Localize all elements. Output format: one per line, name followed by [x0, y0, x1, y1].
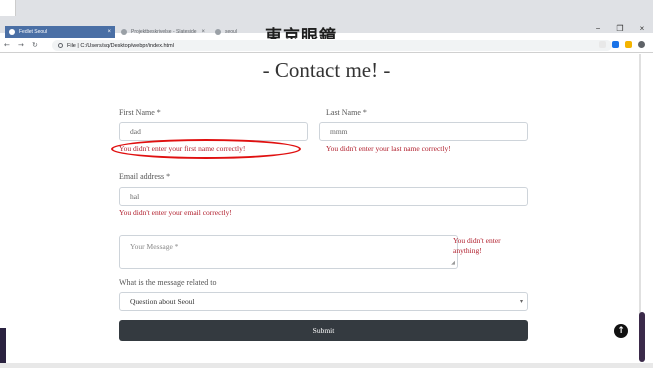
tab-close-icon[interactable]: ×	[201, 29, 205, 35]
annotation-ellipse	[111, 139, 301, 159]
message-textarea[interactable]: Your Message * ◢	[119, 235, 458, 269]
info-icon	[58, 43, 63, 48]
related-label: What is the message related to	[119, 278, 217, 287]
minimize-button[interactable]: −	[587, 24, 609, 33]
profile-icon[interactable]	[638, 41, 645, 48]
left-edge-decoration	[0, 328, 6, 363]
tab-label: Projektbeskrivelse - Slateside	[131, 29, 197, 35]
reload-icon[interactable]: ↻	[32, 41, 38, 49]
app-logo	[0, 0, 16, 16]
tab-close-icon[interactable]: ×	[107, 29, 111, 35]
related-selected-value: Question about Seoul	[130, 297, 195, 306]
tab-projektbeskrivelse[interactable]: Projektbeskrivelse - Slateside ×	[117, 26, 209, 38]
browser-toolbar: ← → ↻ File | C:/Users/sq/Desktop/webpr/i…	[0, 39, 653, 53]
right-edge-decoration	[639, 312, 645, 362]
window-controls: − ❐ ×	[587, 24, 653, 33]
star-icon[interactable]	[599, 41, 606, 48]
last-name-error: You didn't enter your last name correctl…	[326, 144, 451, 153]
resize-grip-icon[interactable]: ◢	[451, 260, 455, 266]
extension-icon[interactable]	[625, 41, 632, 48]
back-arrow-icon[interactable]: ←	[4, 41, 10, 49]
tab-label: Fedlet Seoul	[19, 29, 48, 35]
submit-button[interactable]: Submit	[119, 320, 528, 341]
last-name-label: Last Name *	[326, 108, 367, 117]
scroll-to-top-icon[interactable]: ↑	[614, 324, 628, 338]
address-text: File | C:/Users/sq/Desktop/webpr/index.h…	[67, 42, 174, 49]
scrollbar-track[interactable]	[639, 54, 641, 314]
page-title: - Contact me! -	[262, 58, 391, 82]
tab-favicon-icon	[9, 29, 15, 35]
message-placeholder: Your Message *	[130, 242, 179, 251]
extension-icon[interactable]	[612, 41, 619, 48]
email-label: Email address *	[119, 172, 171, 181]
last-name-input[interactable]: mmm	[319, 122, 528, 141]
email-input[interactable]: hal	[119, 187, 528, 206]
email-error: You didn't enter your email correctly!	[119, 208, 232, 217]
extension-icons	[599, 41, 645, 48]
close-window-button[interactable]: ×	[631, 24, 653, 33]
tab-fedlet-seoul[interactable]: Fedlet Seoul ×	[5, 26, 115, 38]
message-error: You didn't enter anything!	[453, 236, 501, 255]
tab-favicon-icon	[215, 29, 221, 35]
chevron-down-icon: ▾	[519, 299, 523, 305]
bottom-strip	[0, 363, 653, 368]
address-bar[interactable]: File | C:/Users/sq/Desktop/webpr/index.h…	[52, 40, 612, 51]
tab-favicon-icon	[121, 29, 127, 35]
first-name-label: First Name *	[119, 108, 161, 117]
tab-label: seoul	[225, 29, 237, 35]
forward-arrow-icon[interactable]: →	[18, 41, 24, 49]
tab-seoul[interactable]: seoul	[211, 26, 261, 38]
restore-button[interactable]: ❐	[609, 24, 631, 33]
related-select[interactable]: Question about Seoul ▾	[119, 292, 528, 311]
